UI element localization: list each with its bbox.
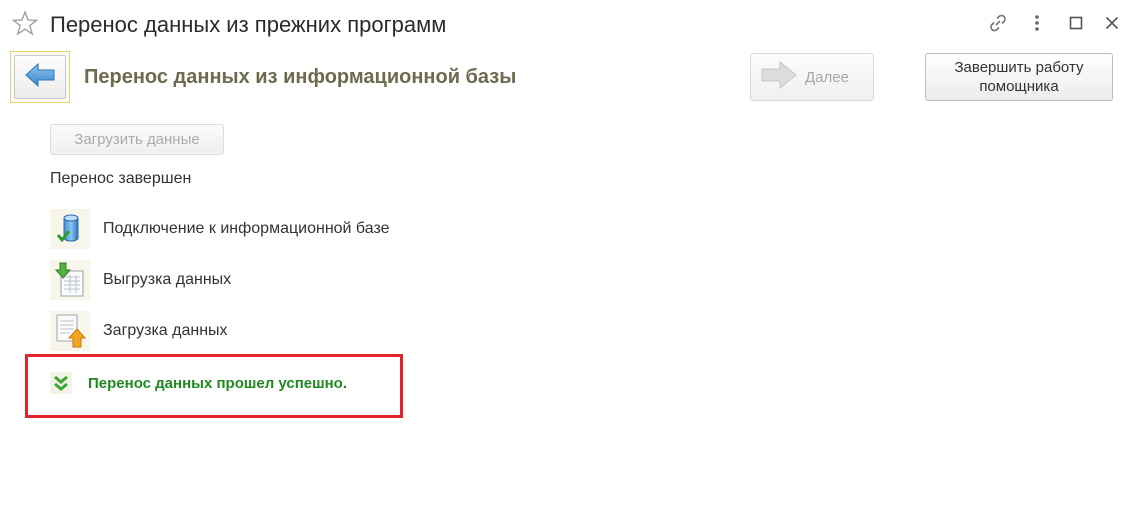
step-label: Выгрузка данных (103, 271, 232, 288)
window-title: Перенос данных из прежних программ (50, 12, 447, 37)
success-message: Перенос данных прошел успешно. (50, 372, 347, 394)
arrow-right-icon (761, 60, 797, 94)
page-subtitle: Перенос данных из информационной базы (84, 66, 517, 88)
step-import: Загрузка данных (50, 311, 450, 351)
next-button-label: Далее (805, 68, 849, 86)
close-icon[interactable] (1101, 12, 1123, 34)
arrow-left-icon (25, 62, 55, 92)
step-label: Подключение к информационной базе (103, 220, 390, 237)
double-check-icon (50, 372, 72, 394)
success-text: Перенос данных прошел успешно. (88, 374, 347, 392)
load-data-button[interactable]: Загрузить данные (50, 124, 224, 155)
finish-wizard-button[interactable]: Завершить работу помощника (925, 53, 1113, 101)
more-menu-icon[interactable] (1026, 12, 1048, 34)
import-data-icon (50, 311, 90, 351)
next-button[interactable]: Далее (750, 53, 874, 101)
maximize-icon[interactable] (1065, 12, 1087, 34)
step-export: Выгрузка данных (50, 260, 450, 300)
step-connect: Подключение к информационной базе (50, 209, 450, 249)
step-label: Загрузка данных (103, 322, 228, 339)
export-data-icon (50, 260, 90, 300)
database-check-icon (50, 209, 90, 249)
back-button[interactable] (10, 51, 70, 103)
link-icon[interactable] (987, 12, 1009, 34)
favorite-star-icon[interactable] (11, 10, 39, 36)
status-text: Перенос завершен (50, 170, 192, 187)
